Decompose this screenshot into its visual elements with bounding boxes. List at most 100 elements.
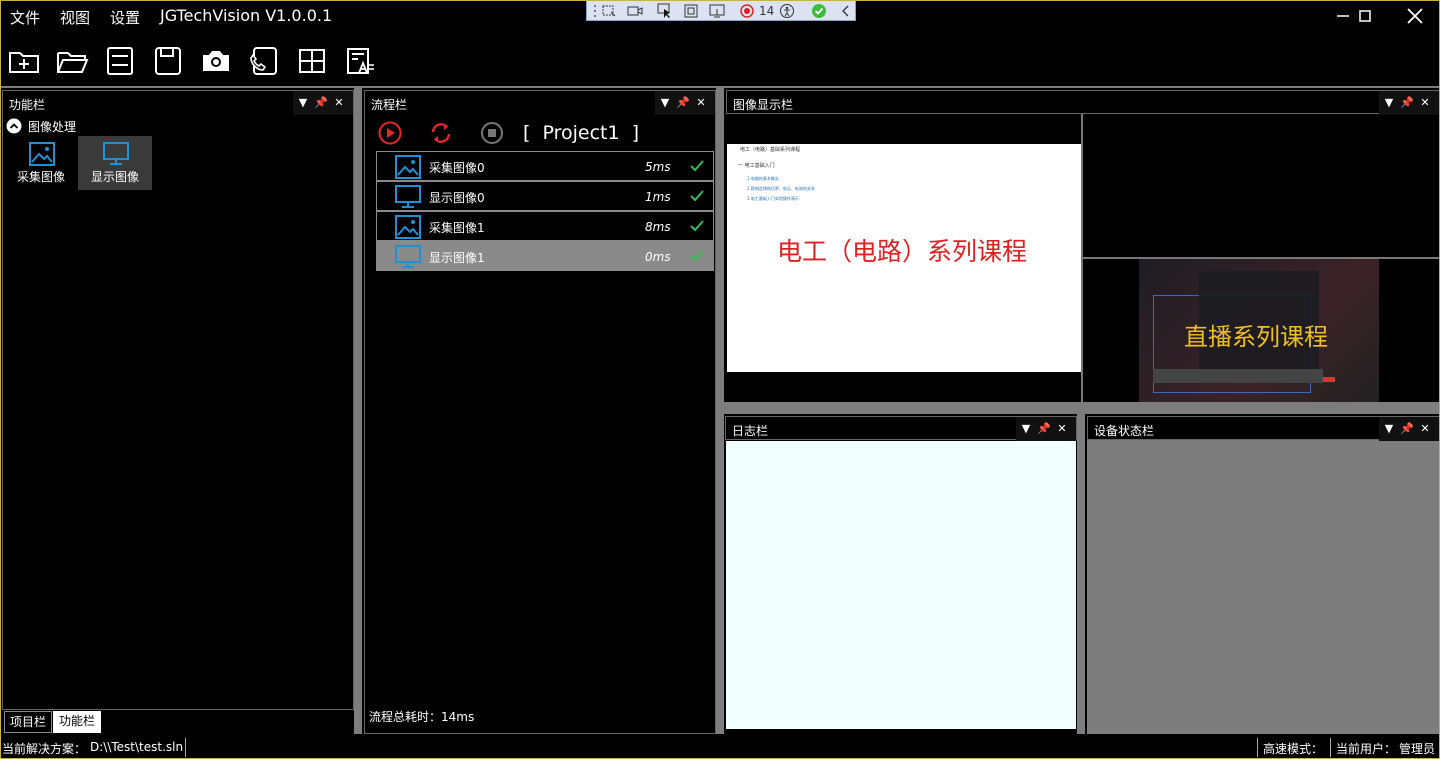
flow-row-name: 显示图像1 [429, 251, 485, 265]
layout-icon[interactable] [295, 44, 329, 78]
window-capture-icon[interactable] [683, 3, 699, 19]
flow-row-time: 0ms [645, 250, 671, 264]
flow-row-selected[interactable]: 显示图像1 0ms [376, 241, 714, 271]
doc-line: 1 电路的基本概念 [747, 176, 779, 181]
doc-line: 3 电工基础入门实验操作演示 [747, 196, 799, 201]
dropdown-icon[interactable]: ▼ [295, 94, 311, 112]
run-loop-icon[interactable] [429, 121, 453, 145]
accessibility-icon[interactable] [779, 3, 795, 19]
save-icon[interactable] [103, 44, 137, 78]
stop-icon[interactable] [480, 121, 504, 145]
monitor-icon [103, 142, 129, 165]
tab-function[interactable]: 功能栏 [53, 711, 101, 733]
splitter-left[interactable] [354, 88, 362, 734]
doc-section: 一 电工基础入门 [738, 163, 775, 169]
splitter-middle[interactable] [716, 88, 724, 734]
dropdown-icon[interactable]: ▼ [1381, 420, 1397, 438]
image-view-live[interactable]: 直播系列课程 [1139, 259, 1379, 402]
live-taskbar [1153, 369, 1323, 383]
close-window-button[interactable] [1395, 2, 1435, 30]
flow-row-time: 5ms [645, 160, 671, 174]
monitor-icon [395, 245, 421, 268]
flow-row-time: 8ms [645, 220, 671, 234]
image-panel-controls: ▼ 📌 ✕ [1379, 91, 1439, 115]
collapse-up-icon[interactable] [6, 118, 22, 134]
collapse-chevron-icon[interactable] [838, 3, 854, 19]
pin-icon[interactable]: 📌 [1399, 94, 1415, 112]
device-status-panel: 设备状态栏 ▼ 📌 ✕ [1087, 416, 1440, 734]
device-panel-header: 设备状态栏 ▼ 📌 ✕ [1087, 416, 1440, 441]
log-panel-controls: ▼ 📌 ✕ [1016, 417, 1076, 441]
confirm-icon[interactable] [811, 3, 827, 19]
close-panel-icon[interactable]: ✕ [1054, 420, 1070, 438]
run-once-icon[interactable] [378, 121, 402, 145]
user-name: 管理员 [1399, 742, 1436, 756]
monitor-icon [395, 185, 421, 208]
function-panel-title: 功能栏 [9, 98, 46, 112]
flow-row[interactable]: 采集图像0 5ms [376, 151, 714, 181]
status-separator [1257, 738, 1258, 757]
font-settings-icon[interactable] [343, 44, 377, 78]
camera-icon[interactable] [199, 44, 233, 78]
maximize-button[interactable] [1345, 2, 1385, 30]
pin-icon[interactable]: 📌 [1399, 420, 1415, 438]
pin-icon[interactable]: 📌 [675, 94, 691, 112]
flow-panel-title: 流程栏 [371, 98, 408, 112]
splitter-horizontal[interactable] [724, 402, 1440, 414]
open-folder-icon[interactable] [55, 44, 89, 78]
record-count: 14 [759, 4, 775, 18]
region-select-icon[interactable] [601, 3, 617, 19]
check-icon [690, 250, 704, 262]
check-icon [690, 220, 704, 232]
speed-mode-label: 高速模式： [1263, 742, 1324, 756]
doc-line: 2 欧姆定律和功率、电压、电流的关系 [747, 186, 815, 191]
flow-row-time: 1ms [645, 190, 671, 204]
dropdown-icon[interactable]: ▼ [1018, 420, 1034, 438]
check-icon [690, 190, 704, 202]
image-view-document[interactable]: 电工（电路）基础系列课程 一 电工基础入门 1 电路的基本概念 2 欧姆定律和功… [727, 144, 1081, 372]
status-bar: 当前解决方案： D:\\Test\test.sln 高速模式： 当前用户： 管理… [0, 736, 1440, 759]
check-icon [690, 160, 704, 172]
close-panel-icon[interactable]: ✕ [331, 94, 347, 112]
status-separator [185, 738, 186, 757]
new-project-icon[interactable] [7, 44, 41, 78]
menu-settings[interactable]: 设置 [110, 7, 140, 28]
close-panel-icon[interactable]: ✕ [693, 94, 709, 112]
flow-row-name: 采集图像1 [429, 221, 485, 235]
tab-project[interactable]: 项目栏 [4, 711, 52, 733]
device-panel-title: 设备状态栏 [1094, 424, 1155, 438]
log-panel: 日志栏 ▼ 📌 ✕ [725, 416, 1077, 734]
communication-icon[interactable] [247, 44, 281, 78]
cursor-icon[interactable] [657, 3, 673, 19]
image-icon [395, 155, 421, 179]
tool-label: 采集图像 [16, 170, 65, 184]
log-content[interactable] [726, 441, 1076, 729]
dropdown-icon[interactable]: ▼ [1381, 94, 1397, 112]
dropdown-icon[interactable]: ▼ [657, 94, 673, 112]
flow-row[interactable]: 显示图像0 1ms [376, 181, 714, 211]
flow-row-name: 显示图像0 [429, 191, 485, 205]
save-as-icon[interactable] [151, 44, 185, 78]
user-label: 当前用户： [1336, 742, 1397, 756]
doc-overlay-title: 电工（电路）系列课程 [777, 237, 1028, 266]
tool-acquire-image[interactable]: 采集图像 [4, 136, 78, 190]
splitter-bottom[interactable] [1077, 414, 1085, 734]
app-title: JGTechVision V1.0.0.1 [160, 6, 333, 25]
image-panel-title: 图像显示栏 [733, 98, 794, 112]
record-dot-icon[interactable] [739, 3, 755, 19]
recording-toolbar: 14 [586, 0, 856, 21]
pin-icon[interactable]: 📌 [313, 94, 329, 112]
close-panel-icon[interactable]: ✕ [1417, 420, 1433, 438]
pin-icon[interactable]: 📌 [1036, 420, 1052, 438]
tool-display-image[interactable]: 显示图像 [78, 136, 152, 190]
menu-file[interactable]: 文件 [10, 7, 40, 28]
close-panel-icon[interactable]: ✕ [1417, 94, 1433, 112]
flow-row[interactable]: 采集图像1 8ms [376, 211, 714, 241]
flow-total-time: 流程总耗时：14ms [369, 710, 475, 724]
camera-record-icon[interactable] [627, 3, 643, 19]
menu-view[interactable]: 视图 [60, 7, 90, 28]
screen-capture-icon[interactable] [709, 3, 725, 19]
maximize-icon [1359, 10, 1371, 22]
flow-panel-header: 流程栏 ▼ 📌 ✕ [365, 91, 715, 115]
live-overlay-title: 直播系列课程 [1184, 323, 1328, 351]
